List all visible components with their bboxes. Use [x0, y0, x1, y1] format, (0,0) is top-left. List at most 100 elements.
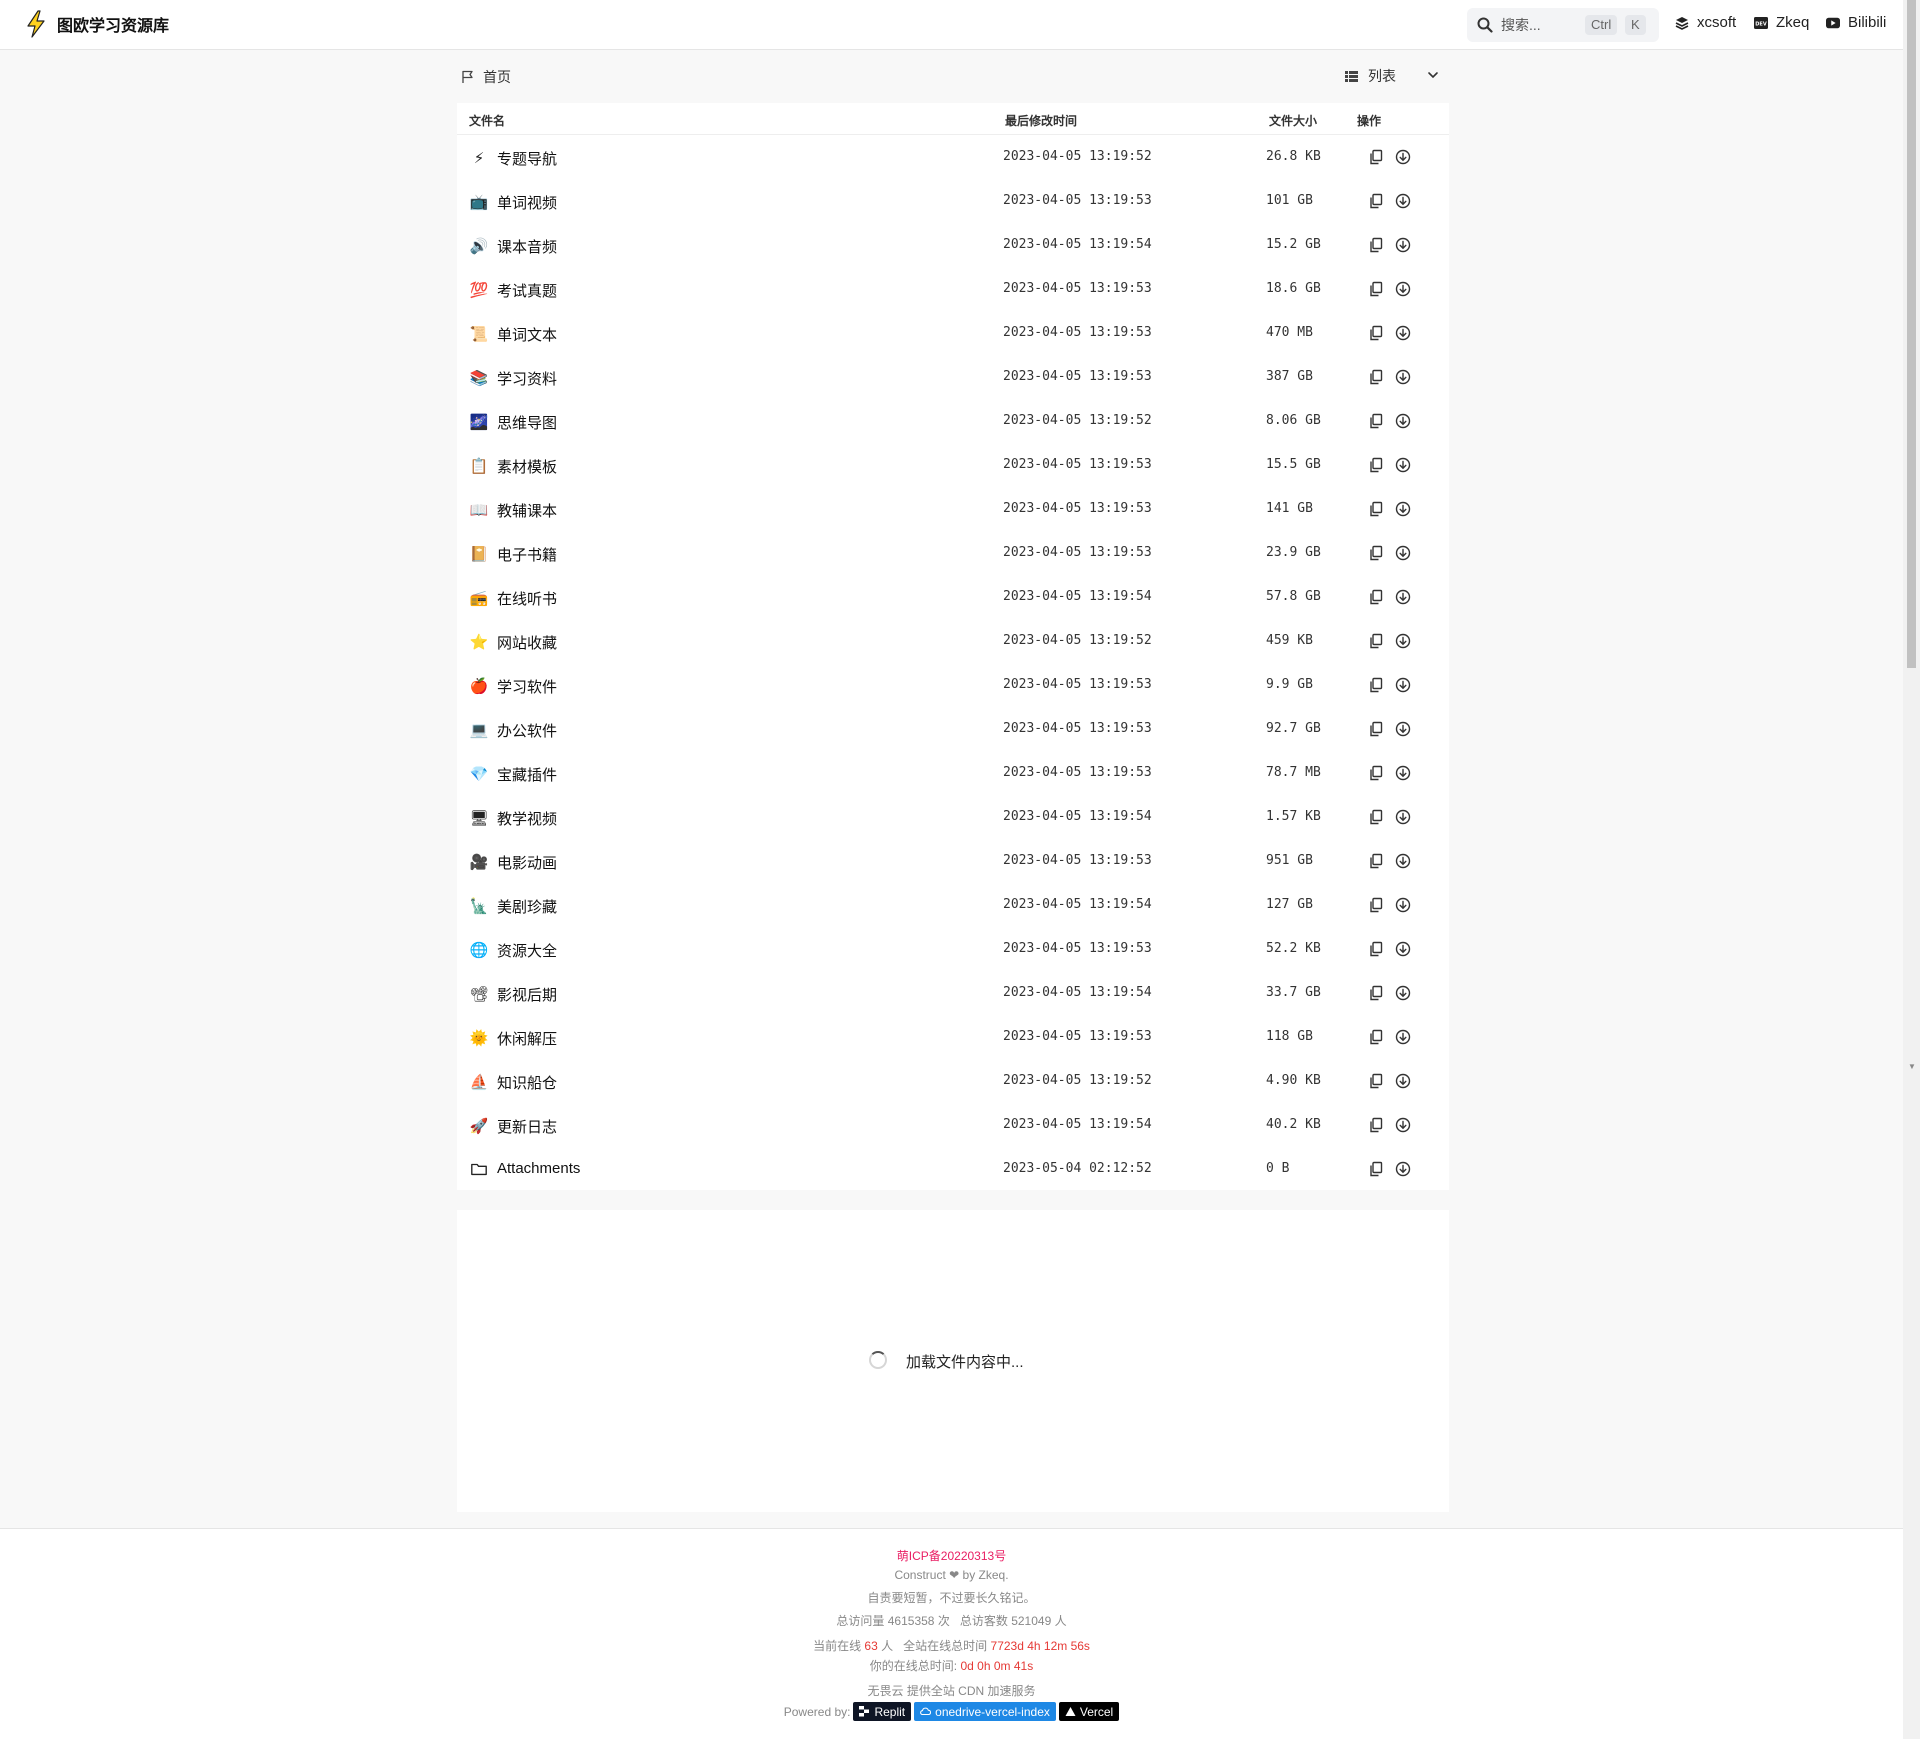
copy-link-icon[interactable] [1368, 545, 1384, 561]
table-row[interactable]: 📜 单词文本 2023-04-05 13:19:53 470 MB [457, 311, 1449, 355]
nav-link-zkeq[interactable]: DEV Zkeq [1754, 14, 1809, 31]
table-row[interactable]: 🔊 课本音频 2023-04-05 13:19:54 15.2 GB [457, 223, 1449, 267]
download-icon[interactable] [1395, 281, 1411, 297]
nav-link-xcsoft[interactable]: xcsoft [1675, 14, 1736, 31]
file-name[interactable]: 美剧珍藏 [497, 896, 557, 917]
copy-link-icon[interactable] [1368, 1029, 1384, 1045]
copy-link-icon[interactable] [1368, 853, 1384, 869]
copy-link-icon[interactable] [1368, 897, 1384, 913]
copy-link-icon[interactable] [1368, 1161, 1384, 1177]
file-name[interactable]: 学习软件 [497, 676, 557, 697]
download-icon[interactable] [1395, 765, 1411, 781]
icp-link[interactable]: 萌ICP备20220313号 [0, 1547, 1903, 1564]
file-name[interactable]: 宝藏插件 [497, 764, 557, 785]
table-row[interactable]: 📔 电子书籍 2023-04-05 13:19:53 23.9 GB [457, 531, 1449, 575]
table-row[interactable]: ⭐ 网站收藏 2023-04-05 13:19:52 459 KB [457, 619, 1449, 663]
table-row[interactable]: 🚀 更新日志 2023-04-05 13:19:54 40.2 KB [457, 1103, 1449, 1147]
file-name[interactable]: 休闲解压 [497, 1028, 557, 1049]
onedrive-vercel-index-badge[interactable]: onedrive-vercel-index [914, 1702, 1056, 1721]
table-row[interactable]: 📻 在线听书 2023-04-05 13:19:54 57.8 GB [457, 575, 1449, 619]
copy-link-icon[interactable] [1368, 765, 1384, 781]
table-row[interactable]: 💻 办公软件 2023-04-05 13:19:53 92.7 GB [457, 707, 1449, 751]
copy-link-icon[interactable] [1368, 1117, 1384, 1133]
scrollbar-thumb[interactable] [1907, 0, 1916, 668]
download-icon[interactable] [1395, 589, 1411, 605]
table-row[interactable]: 🌌 思维导图 2023-04-05 13:19:52 8.06 GB [457, 399, 1449, 443]
table-row[interactable]: 🍎 学习软件 2023-04-05 13:19:53 9.9 GB [457, 663, 1449, 707]
table-row[interactable]: 🖥 教学视频 2023-04-05 13:19:54 1.57 KB [457, 795, 1449, 839]
copy-link-icon[interactable] [1368, 457, 1384, 473]
copy-link-icon[interactable] [1368, 369, 1384, 385]
copy-link-icon[interactable] [1368, 501, 1384, 517]
file-name[interactable]: 网站收藏 [497, 632, 557, 653]
replit-badge[interactable]: Replit [853, 1702, 912, 1721]
file-name[interactable]: 单词视频 [497, 192, 557, 213]
download-icon[interactable] [1395, 633, 1411, 649]
download-icon[interactable] [1395, 677, 1411, 693]
file-name[interactable]: 思维导图 [497, 412, 557, 433]
table-row[interactable]: 📽 影视后期 2023-04-05 13:19:54 33.7 GB [457, 971, 1449, 1015]
download-icon[interactable] [1395, 1073, 1411, 1089]
file-name[interactable]: 课本音频 [497, 236, 557, 257]
copy-link-icon[interactable] [1368, 325, 1384, 341]
file-name[interactable]: 在线听书 [497, 588, 557, 609]
file-name[interactable]: 专题导航 [497, 148, 557, 169]
copy-link-icon[interactable] [1368, 193, 1384, 209]
copy-link-icon[interactable] [1368, 237, 1384, 253]
file-name[interactable]: 电子书籍 [497, 544, 557, 565]
table-row[interactable]: 🗽 美剧珍藏 2023-04-05 13:19:54 127 GB [457, 883, 1449, 927]
copy-link-icon[interactable] [1368, 281, 1384, 297]
file-name[interactable]: 教学视频 [497, 808, 557, 829]
vertical-scrollbar[interactable]: ▼ [1903, 0, 1920, 1739]
vercel-badge[interactable]: Vercel [1058, 1702, 1120, 1721]
search-box[interactable]: 搜索... Ctrl K [1467, 8, 1659, 42]
table-row[interactable]: 📖 教辅课本 2023-04-05 13:19:53 141 GB [457, 487, 1449, 531]
download-icon[interactable] [1395, 149, 1411, 165]
download-icon[interactable] [1395, 369, 1411, 385]
download-icon[interactable] [1395, 1161, 1411, 1177]
nav-link-bilibili[interactable]: Bilibili [1826, 14, 1886, 31]
icp-text[interactable]: 萌ICP备20220313号 [897, 1549, 1006, 1563]
copy-link-icon[interactable] [1368, 413, 1384, 429]
download-icon[interactable] [1395, 501, 1411, 517]
table-row[interactable]: 📚 学习资料 2023-04-05 13:19:53 387 GB [457, 355, 1449, 399]
download-icon[interactable] [1395, 1117, 1411, 1133]
scroll-down-arrow-icon[interactable]: ▼ [1908, 1062, 1916, 1071]
file-name[interactable]: 资源大全 [497, 940, 557, 961]
download-icon[interactable] [1395, 325, 1411, 341]
table-row[interactable]: 🎥 电影动画 2023-04-05 13:19:53 951 GB [457, 839, 1449, 883]
breadcrumb[interactable]: 首页 [461, 67, 511, 87]
file-name[interactable]: 影视后期 [497, 984, 557, 1005]
file-name[interactable]: 考试真题 [497, 280, 557, 301]
file-name[interactable]: 办公软件 [497, 720, 557, 741]
file-name[interactable]: 单词文本 [497, 324, 557, 345]
download-icon[interactable] [1395, 413, 1411, 429]
download-icon[interactable] [1395, 545, 1411, 561]
table-row[interactable]: Attachments 2023-05-04 02:12:52 0 B [457, 1147, 1449, 1191]
download-icon[interactable] [1395, 237, 1411, 253]
table-row[interactable]: 💎 宝藏插件 2023-04-05 13:19:53 78.7 MB [457, 751, 1449, 795]
download-icon[interactable] [1395, 721, 1411, 737]
download-icon[interactable] [1395, 941, 1411, 957]
site-brand[interactable]: 图欧学习资源库 [24, 10, 169, 38]
copy-link-icon[interactable] [1368, 941, 1384, 957]
copy-link-icon[interactable] [1368, 1073, 1384, 1089]
table-row[interactable]: ⚡ 专题导航 2023-04-05 13:19:52 26.8 KB [457, 135, 1449, 179]
breadcrumb-home[interactable]: 首页 [483, 67, 511, 87]
table-row[interactable]: 🌐 资源大全 2023-04-05 13:19:53 52.2 KB [457, 927, 1449, 971]
file-name[interactable]: 学习资料 [497, 368, 557, 389]
copy-link-icon[interactable] [1368, 809, 1384, 825]
view-layout-switch[interactable]: 列表 [1345, 66, 1438, 86]
file-name[interactable]: 素材模板 [497, 456, 557, 477]
download-icon[interactable] [1395, 457, 1411, 473]
download-icon[interactable] [1395, 853, 1411, 869]
file-name[interactable]: 更新日志 [497, 1116, 557, 1137]
download-icon[interactable] [1395, 809, 1411, 825]
copy-link-icon[interactable] [1368, 721, 1384, 737]
file-name[interactable]: 教辅课本 [497, 500, 557, 521]
copy-link-icon[interactable] [1368, 677, 1384, 693]
copy-link-icon[interactable] [1368, 985, 1384, 1001]
copy-link-icon[interactable] [1368, 633, 1384, 649]
table-row[interactable]: 💯 考试真题 2023-04-05 13:19:53 18.6 GB [457, 267, 1449, 311]
copy-link-icon[interactable] [1368, 589, 1384, 605]
